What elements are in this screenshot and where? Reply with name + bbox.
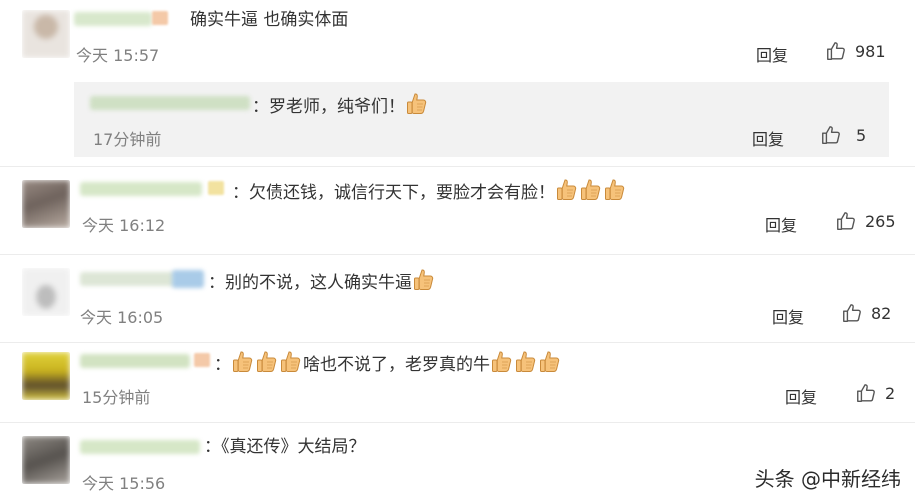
avatar[interactable] [22,436,70,484]
comment-time: 今天 15:57 [76,46,160,65]
thumbs-up-emoji-icon [280,350,302,374]
reply-button[interactable]: 回复 [772,304,804,328]
username[interactable] [80,272,175,286]
avatar[interactable] [22,352,70,400]
comment-text: ：别的不说，这人确实牛逼 [208,268,436,294]
reply-button[interactable]: 回复 [785,384,817,408]
thumbs-up-icon [835,210,857,232]
badge-icon [152,11,168,25]
thumbs-up-icon [820,124,842,146]
avatar[interactable] [22,268,70,316]
avatar[interactable] [22,10,70,58]
comment-text: ：啥也不说了，老罗真的牛 [214,350,562,376]
thumbs-up-emoji-icon [556,178,578,202]
username[interactable] [90,96,250,110]
comment-time: 今天 16:12 [82,216,166,235]
like-button[interactable]: 265 [835,210,896,232]
divider [0,166,915,167]
comment-time: 今天 15:56 [82,474,166,493]
comment-time: 今天 16:05 [80,308,164,327]
like-count: 5 [856,125,867,145]
thumbs-up-icon [855,382,877,404]
comment-text: ：欠债还钱，诚信行天下，要脸才会有脸！ [232,178,627,204]
thumbs-up-emoji-icon [413,268,435,292]
comment-time: 17分钟前 [93,130,162,149]
thumbs-up-emoji-icon [539,350,561,374]
thumbs-up-emoji-icon [515,350,537,374]
watermark: 头条 @中新经纬 [754,467,901,491]
username-badge [172,270,204,288]
thumbs-up-emoji-icon [580,178,602,202]
username[interactable] [80,440,200,454]
thumbs-up-emoji-icon [232,350,254,374]
like-count: 2 [885,383,896,403]
reply-button[interactable]: 回复 [752,126,784,150]
username[interactable] [80,354,190,368]
like-count: 981 [855,41,886,61]
thumbs-up-emoji-icon [406,92,428,116]
thumbs-up-emoji-icon [491,350,513,374]
like-button[interactable]: 5 [820,124,866,146]
thumbs-up-icon [841,302,863,324]
reply-button[interactable]: 回复 [756,42,788,66]
thumbs-up-emoji-icon [256,350,278,374]
username[interactable] [74,12,152,26]
divider [0,254,915,255]
username[interactable] [80,182,202,196]
like-button[interactable]: 82 [841,302,891,324]
badge-icon [194,353,210,367]
like-count: 265 [865,211,896,231]
divider [0,422,915,423]
thumbs-up-emoji-icon [604,178,626,202]
comment-text: 确实牛逼 也确实体面 [190,10,349,30]
badge-icon [208,181,224,195]
thumbs-up-icon [825,40,847,62]
reply-button[interactable]: 回复 [765,212,797,236]
sub-reply-box: ：罗老师，纯爷们！ 17分钟前 回复 5 [74,82,889,157]
comment-text: ：《真还传》大结局？ [204,437,366,457]
comment-time: 15分钟前 [82,388,151,407]
comment-text: ：罗老师，纯爷们！ [252,92,429,118]
like-button[interactable]: 981 [825,40,886,62]
avatar[interactable] [22,180,70,228]
like-count: 82 [871,303,892,323]
divider [0,342,915,343]
like-button[interactable]: 2 [855,382,895,404]
